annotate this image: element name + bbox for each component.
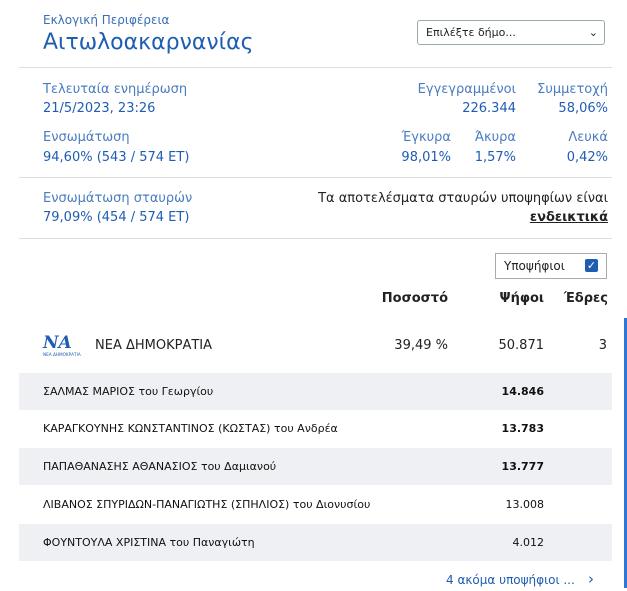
divider [19, 238, 612, 239]
column-header-percent: Ποσοστό [381, 291, 448, 306]
candidate-name: ΠΑΠΑΘΑΝΑΣΗΣ ΑΘΑΝΑΣΙΟΣ του Δαμιανού [43, 460, 277, 473]
candidate-votes: 4.012 [512, 536, 545, 549]
candidates-toggle[interactable]: Υποψήφιοι ✓ [495, 253, 607, 279]
party-seats: 3 [598, 338, 607, 353]
region-label: Εκλογική Περιφέρεια [43, 13, 170, 27]
party-logo: ΝΑ ΝΕΑ ΔΗΜΟΚΡΑΤΙΑ [42, 330, 86, 358]
chevron-right-icon[interactable]: › [588, 570, 594, 588]
candidate-votes: 13.777 [501, 460, 544, 473]
registered-value: 226.344 [462, 101, 516, 116]
table-row: ΚΑΡΑΓΚΟΥΝΗΣ ΚΩΝΣΤΑΝΤΙΝΟΣ (ΚΩΣΤΑΣ) του Αν… [19, 410, 612, 447]
crosses-note-link[interactable]: ενδεικτικά [530, 210, 608, 225]
party-logo-subtitle: ΝΕΑ ΔΗΜΟΚΡΑΤΙΑ [43, 352, 81, 357]
party-logo-letters: ΝΑ [42, 333, 72, 353]
region-name: Αιτωλοακαρνανίας [43, 30, 254, 55]
candidate-name: ΛΙΒΑΝΟΣ ΣΠΥΡΙΔΩΝ-ΠΑΝΑΓΙΩΤΗΣ (ΣΠΗΛΙΟΣ) το… [43, 498, 371, 511]
integration-label: Ενσωμάτωση [43, 130, 130, 145]
crosses-value: 79,09% (454 / 574 ΕΤ) [43, 210, 190, 225]
party-name: ΝΕΑ ΔΗΜΟΚΡΑΤΙΑ [95, 338, 213, 353]
turnout-label: Συμμετοχή [537, 82, 608, 97]
column-header-votes: Ψήφοι [499, 291, 544, 306]
chevron-down-icon: ⌄ [588, 26, 598, 39]
crosses-label: Ενσωμάτωση σταυρών [43, 191, 193, 206]
table-row: ΦΟΥΝΤΟΥΛΑ ΧΡΙΣΤΙΝΑ του Παναγιώτη 4.012 [19, 524, 612, 561]
invalid-value: 1,57% [474, 150, 516, 165]
table-row: ΛΙΒΑΝΟΣ ΣΠΥΡΙΔΩΝ-ΠΑΝΑΓΙΩΤΗΣ (ΣΠΗΛΙΟΣ) το… [19, 486, 612, 523]
last-update-value: 21/5/2023, 23:26 [43, 101, 156, 116]
turnout-value: 58,06% [558, 101, 608, 116]
valid-value: 98,01% [401, 150, 451, 165]
registered-label: Εγγεγραμμένοι [417, 82, 516, 97]
more-candidates-link[interactable]: 4 ακόμα υποψήφιοι ... [446, 573, 575, 587]
candidate-name: ΚΑΡΑΓΚΟΥΝΗΣ ΚΩΝΣΤΑΝΤΙΝΟΣ (ΚΩΣΤΑΣ) του Αν… [43, 422, 338, 435]
divider [19, 67, 612, 68]
candidate-name: ΦΟΥΝΤΟΥΛΑ ΧΡΙΣΤΙΝΑ του Παναγιώτη [43, 536, 255, 549]
party-votes: 50.871 [498, 338, 545, 353]
divider [19, 177, 612, 178]
last-update-label: Τελευταία ενημέρωση [43, 82, 188, 97]
blank-label: Λευκά [568, 130, 608, 145]
candidates-toggle-label: Υποψήφιοι [504, 259, 565, 273]
candidate-votes: 14.846 [501, 385, 544, 398]
column-header-seats: Έδρες [563, 291, 608, 306]
candidate-votes: 13.008 [505, 498, 545, 511]
party-percent: 39,49 % [394, 338, 448, 353]
table-row: ΠΑΠΑΘΑΝΑΣΗΣ ΑΘΑΝΑΣΙΟΣ του Δαμιανού 13.77… [19, 448, 612, 485]
candidate-votes: 13.783 [501, 422, 544, 435]
candidate-name: ΣΑΛΜΑΣ ΜΑΡΙΟΣ του Γεωργίου [43, 385, 214, 398]
crosses-note: Τα αποτελέσματα σταυρών υποψηφίων είναι [318, 191, 608, 206]
municipality-select[interactable]: Επιλέξτε δήμο... ⌄ [417, 20, 605, 45]
blank-value: 0,42% [566, 150, 608, 165]
integration-value: 94,60% (543 / 574 ΕΤ) [43, 150, 190, 165]
checkbox-checked-icon[interactable]: ✓ [585, 259, 598, 272]
municipality-select-value: Επιλέξτε δήμο... [426, 26, 516, 39]
table-row: ΣΑΛΜΑΣ ΜΑΡΙΟΣ του Γεωργίου 14.846 [19, 373, 612, 410]
valid-label: Έγκυρα [401, 130, 451, 145]
invalid-label: Άκυρα [474, 130, 516, 145]
